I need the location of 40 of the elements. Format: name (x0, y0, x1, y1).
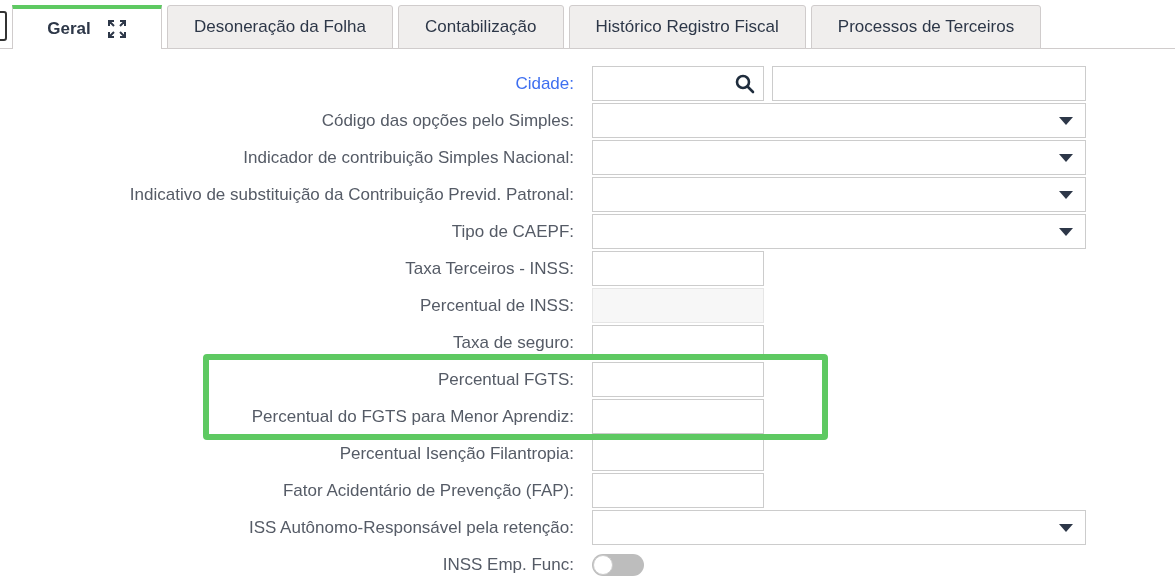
field-label: Cidade: (515, 72, 574, 95)
toggle-switch[interactable] (592, 553, 644, 576)
field-label: Fator Acidentário de Prevenção (FAP): (282, 479, 574, 502)
caret-icon (1059, 153, 1073, 162)
field-label: Percentual do FGTS para Menor Aprendiz: (251, 405, 574, 428)
dropdown[interactable] (592, 103, 1086, 138)
field-label: Taxa Terceiros - INSS: (405, 257, 574, 280)
field-label: Código das opções pelo Simples: (321, 109, 574, 132)
caret-icon (1059, 227, 1073, 236)
field-label: Taxa de seguro: (453, 331, 574, 354)
tab[interactable]: Processos de Terceiros (810, 5, 1042, 49)
search-field[interactable] (592, 66, 764, 101)
field-label: Percentual FGTS: (437, 368, 574, 391)
dropdown[interactable] (592, 140, 1086, 175)
field-label: Tipo de CAEPF: (451, 220, 574, 243)
field-label: Percentual de INSS: (419, 294, 574, 317)
dropdown[interactable] (592, 177, 1086, 212)
expand-icon[interactable] (106, 19, 127, 39)
search-icon[interactable] (735, 73, 755, 94)
caret-icon (1059, 116, 1073, 125)
tab[interactable]: Desoneração da Folha (167, 5, 393, 49)
input-field[interactable] (592, 473, 764, 508)
dropdown[interactable] (592, 510, 1086, 545)
tab[interactable] (0, 10, 7, 41)
tab[interactable]: Geral (12, 5, 162, 49)
input-field[interactable] (592, 362, 764, 397)
caret-icon (1059, 190, 1073, 199)
field-label: ISS Autônomo-Responsável pela retenção: (248, 516, 574, 539)
caret-icon (1059, 523, 1073, 532)
field-label: Percentual Isenção Filantropia: (339, 442, 574, 465)
dropdown[interactable] (592, 214, 1086, 249)
input-field[interactable] (592, 251, 764, 286)
input-field[interactable] (772, 66, 1086, 101)
tab[interactable]: Contabilização (398, 5, 564, 49)
field-label: Indicador de contribuição Simples Nacional: (243, 146, 574, 169)
field-label: INSS Emp. Func: (442, 553, 574, 576)
input-field[interactable] (592, 288, 764, 323)
field-label: Indicativo de substituição da Contribuição Previd. Patronal: (129, 183, 574, 206)
input-field[interactable] (592, 399, 764, 434)
tab[interactable]: Histórico Registro Fiscal (568, 5, 806, 49)
